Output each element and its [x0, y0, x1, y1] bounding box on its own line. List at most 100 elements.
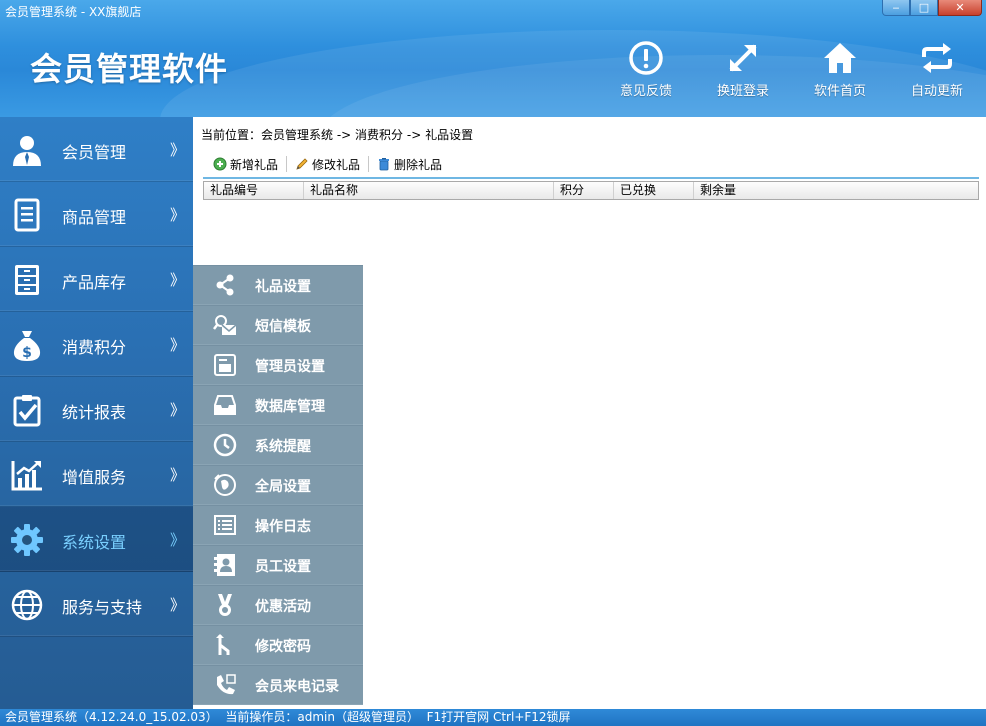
submenu-item-label: 员工设置	[255, 559, 311, 575]
submenu-item-operation-log[interactable]: 操作日志	[193, 505, 363, 545]
document-icon	[14, 198, 40, 232]
status-version: 会员管理系统（4.12.24.0_15.02.03）	[5, 710, 218, 724]
chevron-right-icon: 》	[170, 271, 185, 289]
close-button[interactable]: ✕	[938, 0, 982, 16]
sidebar: 会员管理 》 商品管理 》 产品库存 》 $ 消费积分 》 统计报表 》 增值服…	[0, 117, 193, 709]
submenu-item-promotions[interactable]: 优惠活动	[193, 585, 363, 625]
submenu-item-global-settings[interactable]: 全局设置	[193, 465, 363, 505]
sidebar-item-member[interactable]: 会员管理 》	[0, 117, 193, 182]
delete-gift-label: 删除礼品	[394, 157, 443, 172]
sidebar-item-value-added[interactable]: 增值服务 》	[0, 442, 193, 507]
feedback-icon	[629, 41, 663, 75]
sidebar-item-reports[interactable]: 统计报表 》	[0, 377, 193, 442]
chevron-right-icon: 》	[170, 531, 185, 549]
member-icon	[13, 136, 41, 166]
breadcrumb-item: 消费积分	[355, 128, 404, 142]
submenu-item-system-reminder[interactable]: 系统提醒	[193, 425, 363, 465]
window-title: 会员管理系统 - XX旗舰店	[5, 5, 142, 19]
submenu-item-change-password[interactable]: 修改密码	[193, 625, 363, 665]
submenu-item-label: 修改密码	[255, 639, 311, 655]
toolbar: 新增礼品 修改礼品 删除礼品	[213, 154, 450, 174]
sidebar-item-service-support[interactable]: 服务与支持 》	[0, 572, 193, 637]
breadcrumb-separator: ->	[403, 128, 426, 142]
refresh-icon	[922, 43, 952, 73]
shift-login-button[interactable]: 换班登录	[705, 40, 781, 99]
chevron-right-icon: 》	[170, 466, 185, 484]
sidebar-item-system-settings[interactable]: 系统设置 》	[0, 507, 193, 572]
sidebar-item-label: 统计报表	[62, 403, 127, 422]
column-header-remaining[interactable]: 剩余量	[694, 182, 978, 199]
submenu-item-label: 操作日志	[255, 519, 311, 535]
money-bag-icon: $	[13, 331, 41, 361]
cabinet-icon	[15, 265, 39, 295]
toolbar-separator	[368, 156, 370, 172]
add-circle-icon	[213, 157, 227, 171]
submenu-item-label: 数据库管理	[255, 399, 325, 415]
column-header-gift-id[interactable]: 礼品编号	[204, 182, 304, 199]
window-controls: ‒ □ ✕	[882, 0, 982, 16]
software-home-label: 软件首页	[813, 84, 866, 99]
column-header-points[interactable]: 积分	[554, 182, 614, 199]
app-header: 会员管理系统 - XX旗舰店 ‒ □ ✕ 会员管理软件 意见反馈 换班登录 软件…	[0, 0, 986, 117]
breadcrumb-item: 礼品设置	[425, 128, 474, 142]
submenu-item-database[interactable]: 数据库管理	[193, 385, 363, 425]
maximize-button[interactable]: □	[910, 0, 938, 16]
sidebar-item-label: 增值服务	[62, 468, 127, 487]
submenu-item-admin-settings[interactable]: 管理员设置	[193, 345, 363, 385]
growth-chart-icon	[11, 461, 42, 491]
svg-text:$: $	[22, 345, 32, 361]
clipboard-check-icon	[13, 395, 41, 427]
software-home-button[interactable]: 软件首页	[802, 40, 878, 99]
auto-update-button[interactable]: 自动更新	[899, 40, 975, 99]
edit-gift-label: 修改礼品	[312, 157, 361, 172]
submenu-item-sms-template[interactable]: 短信模板	[193, 305, 363, 345]
feedback-button[interactable]: 意见反馈	[608, 40, 684, 99]
clock-icon	[213, 433, 237, 457]
shift-login-label: 换班登录	[716, 84, 769, 99]
sidebar-item-label: 系统设置	[62, 533, 127, 552]
submenu-item-label: 系统提醒	[255, 439, 311, 455]
delete-gift-button[interactable]: 删除礼品	[377, 156, 442, 173]
sidebar-item-inventory[interactable]: 产品库存 》	[0, 247, 193, 312]
submenu-item-gift-settings[interactable]: 礼品设置	[193, 265, 363, 305]
sidebar-item-label: 产品库存	[62, 273, 127, 292]
toolbar-divider	[203, 177, 979, 179]
contact-book-icon	[214, 554, 235, 576]
status-bar: 会员管理系统（4.12.24.0_15.02.03） 当前操作员：admin（超…	[0, 709, 986, 726]
status-hint-f1: F1打开官网	[426, 710, 490, 724]
chevron-right-icon: 》	[170, 336, 185, 354]
share-icon	[216, 274, 234, 296]
column-header-redeemed[interactable]: 已兑换	[614, 182, 694, 199]
column-header-gift-name[interactable]: 礼品名称	[304, 182, 554, 199]
add-gift-button[interactable]: 新增礼品	[213, 156, 278, 173]
inbox-tray-icon	[214, 395, 236, 415]
breadcrumb-item: 会员管理系统	[261, 128, 334, 142]
chevron-right-icon: 》	[170, 141, 185, 159]
sidebar-item-products[interactable]: 商品管理 》	[0, 182, 193, 247]
home-icon	[824, 43, 856, 73]
log-list-icon	[214, 515, 236, 535]
submenu-item-label: 会员来电记录	[255, 679, 339, 695]
status-hint-lock: Ctrl+F12锁屏	[492, 710, 571, 724]
sidebar-item-points[interactable]: $ 消费积分 》	[0, 312, 193, 377]
trash-icon	[379, 158, 390, 171]
submenu-item-label: 短信模板	[255, 319, 311, 335]
toolbar-separator	[286, 156, 288, 172]
submenu-item-staff-settings[interactable]: 员工设置	[193, 545, 363, 585]
chevron-right-icon: 》	[170, 596, 185, 614]
submenu-item-label: 礼品设置	[255, 279, 311, 295]
chevron-right-icon: 》	[170, 401, 185, 419]
minimize-button[interactable]: ‒	[882, 0, 910, 16]
status-operator: 当前操作员：admin（超级管理员）	[225, 710, 419, 724]
system-settings-submenu: 礼品设置 短信模板 管理员设置 数据库管理 系统提醒 全局设置 操作日志 员工设…	[193, 265, 363, 705]
globe-refresh-icon	[214, 474, 236, 496]
sidebar-item-label: 服务与支持	[62, 598, 143, 617]
sidebar-item-label: 商品管理	[62, 208, 127, 227]
gear-icon	[11, 524, 43, 556]
sidebar-item-label: 消费积分	[62, 338, 127, 357]
submenu-item-member-call-log[interactable]: 会员来电记录	[193, 665, 363, 705]
add-gift-label: 新增礼品	[230, 157, 279, 172]
submenu-item-label: 优惠活动	[255, 599, 311, 615]
ribbon-award-icon	[218, 594, 232, 616]
edit-gift-button[interactable]: 修改礼品	[295, 156, 360, 173]
